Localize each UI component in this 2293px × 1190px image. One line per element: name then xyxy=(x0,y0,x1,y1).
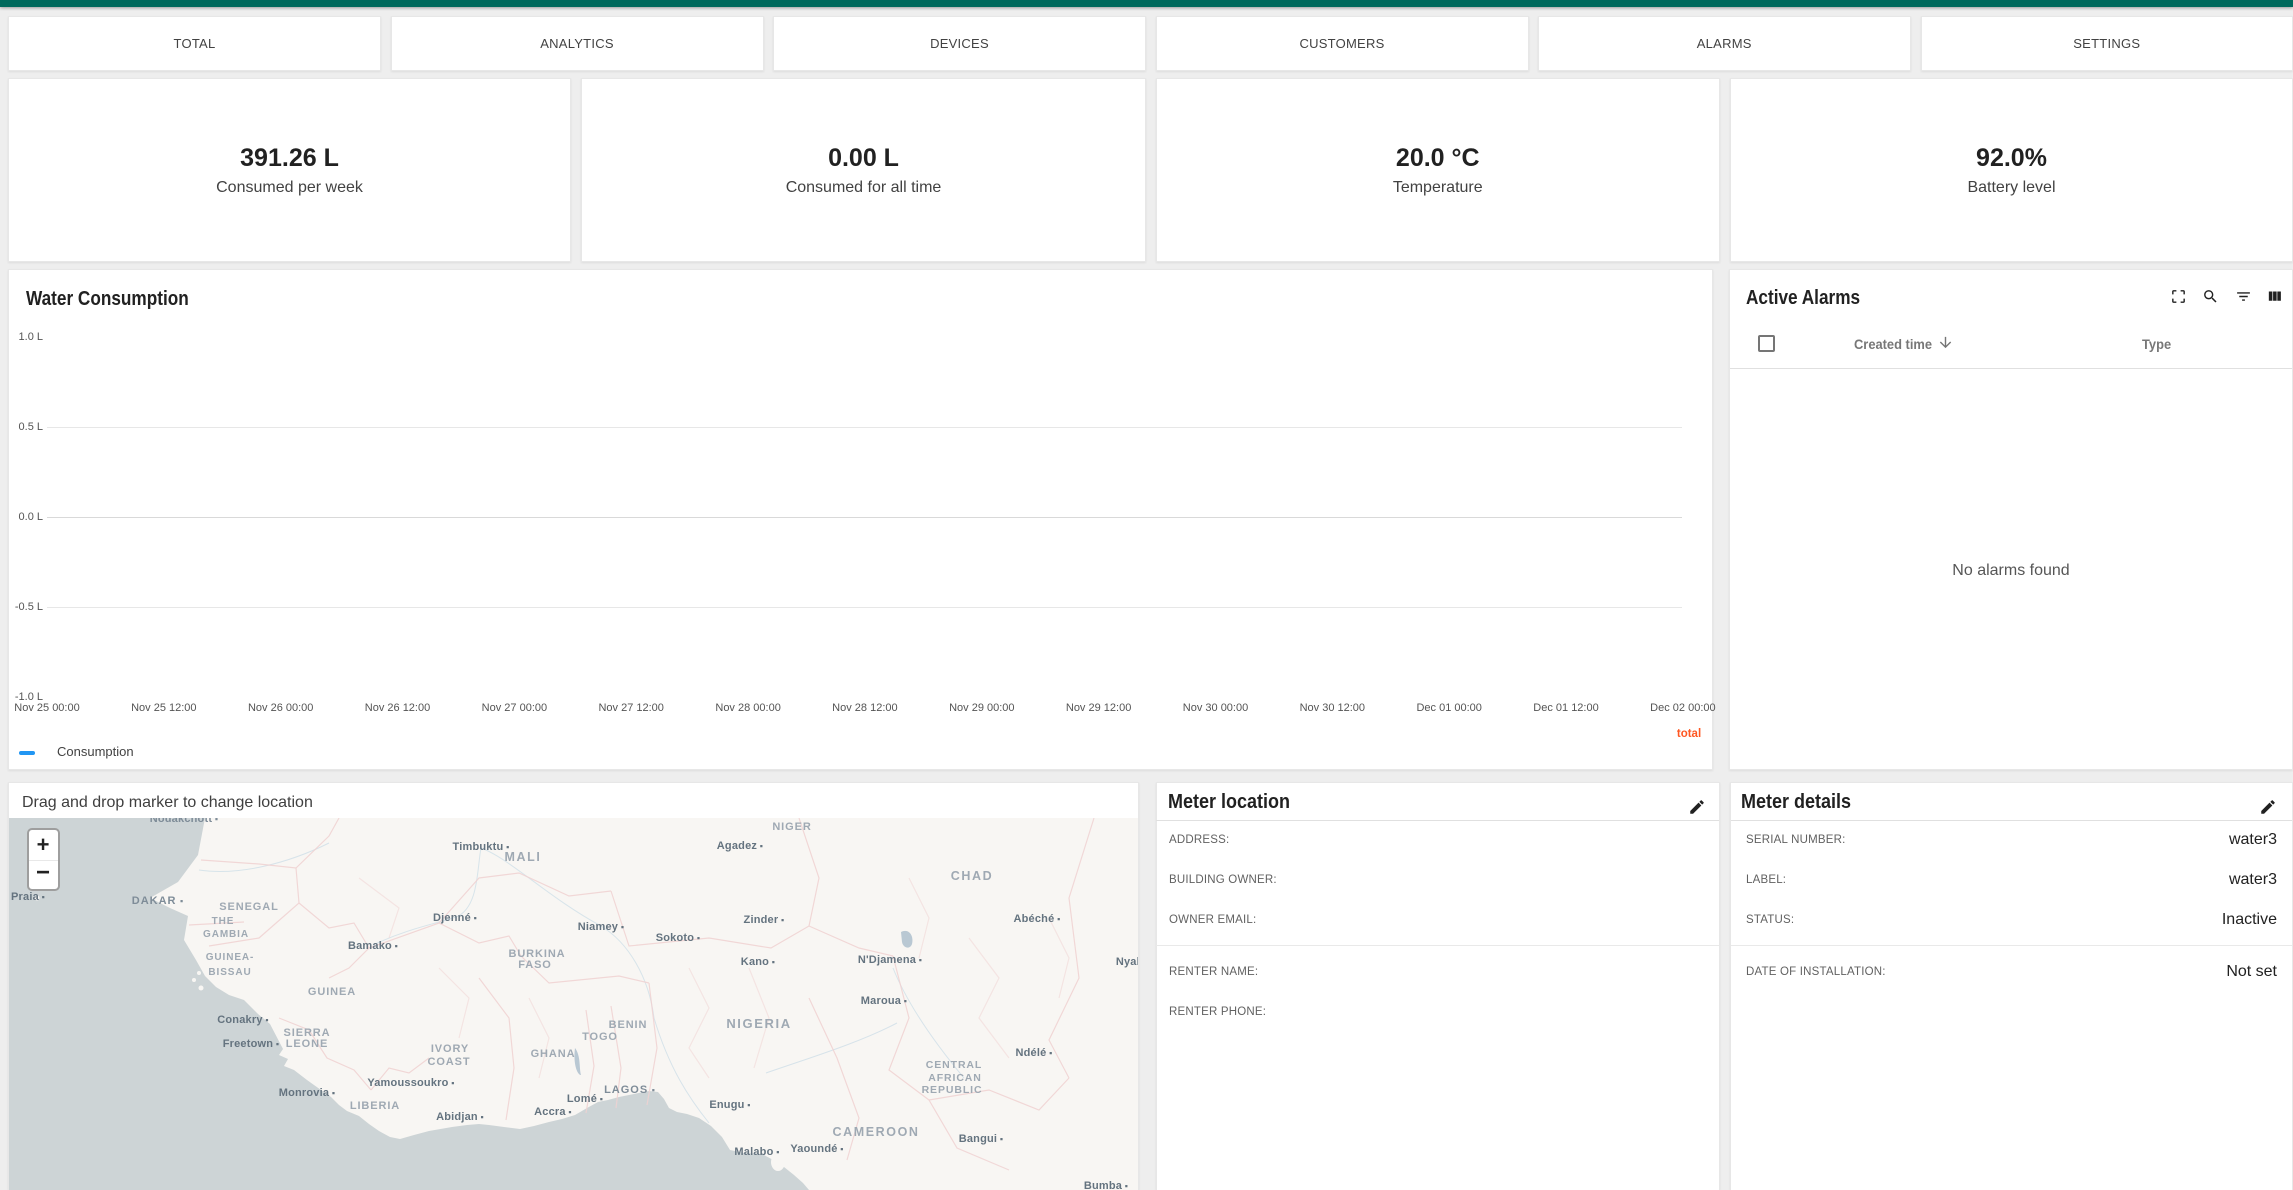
svg-text:Abidjan ▪: Abidjan ▪ xyxy=(436,1111,484,1123)
svg-text:Kano ▪: Kano ▪ xyxy=(741,956,775,968)
svg-text:THE: THE xyxy=(212,916,235,927)
svg-text:AFRICAN: AFRICAN xyxy=(928,1072,982,1084)
svg-text:Maroua ▪: Maroua ▪ xyxy=(861,995,907,1007)
svg-text:NIGERIA: NIGERIA xyxy=(726,1016,791,1031)
svg-text:Bamako ▪: Bamako ▪ xyxy=(348,940,398,952)
svg-text:LIBERIA: LIBERIA xyxy=(350,1100,400,1112)
svg-text:CHAD: CHAD xyxy=(951,869,994,883)
svg-text:Bangui ▪: Bangui ▪ xyxy=(959,1133,1004,1145)
svg-text:NIGER: NIGER xyxy=(772,821,811,833)
svg-text:Nouakchott ▪: Nouakchott ▪ xyxy=(150,818,219,825)
svg-text:Niamey ▪: Niamey ▪ xyxy=(578,921,624,933)
svg-text:MALI: MALI xyxy=(505,850,542,864)
svg-text:TOGO: TOGO xyxy=(582,1031,618,1043)
svg-text:CAMEROON: CAMEROON xyxy=(832,1125,919,1139)
svg-text:Freetown ▪: Freetown ▪ xyxy=(223,1038,280,1050)
svg-text:Conakry ▪: Conakry ▪ xyxy=(217,1014,269,1026)
svg-text:Sokoto ▪: Sokoto ▪ xyxy=(656,932,701,944)
svg-text:BISSAU: BISSAU xyxy=(208,967,251,978)
svg-text:GUINEA: GUINEA xyxy=(308,986,356,998)
svg-text:Malabo ▪: Malabo ▪ xyxy=(734,1146,779,1158)
svg-text:N'Djamena ▪: N'Djamena ▪ xyxy=(858,954,922,966)
svg-text:CENTRAL: CENTRAL xyxy=(926,1059,982,1071)
svg-text:Yaoundé ▪: Yaoundé ▪ xyxy=(790,1143,843,1155)
svg-text:Monrovia ▪: Monrovia ▪ xyxy=(279,1087,336,1099)
svg-text:Praia ▪: Praia ▪ xyxy=(11,891,45,903)
svg-text:LAGOS ▪: LAGOS ▪ xyxy=(604,1084,656,1096)
svg-text:Bumba ▪: Bumba ▪ xyxy=(1084,1180,1128,1190)
svg-text:Yamoussoukro ▪: Yamoussoukro ▪ xyxy=(367,1077,454,1089)
svg-text:Ndélé ▪: Ndélé ▪ xyxy=(1015,1047,1052,1059)
svg-text:FASO: FASO xyxy=(518,959,552,971)
svg-text:Enugu ▪: Enugu ▪ xyxy=(709,1099,750,1111)
svg-text:Accra ▪: Accra ▪ xyxy=(534,1106,572,1118)
svg-text:DAKAR ▪: DAKAR ▪ xyxy=(132,895,184,907)
svg-text:BENIN: BENIN xyxy=(609,1019,648,1031)
svg-text:Lomé ▪: Lomé ▪ xyxy=(567,1093,603,1105)
svg-text:Abéché ▪: Abéché ▪ xyxy=(1013,913,1060,925)
svg-text:GUINEA-: GUINEA- xyxy=(206,952,255,963)
svg-text:Agadez ▪: Agadez ▪ xyxy=(717,840,763,852)
svg-text:GAMBIA: GAMBIA xyxy=(203,929,249,940)
svg-text:GHANA: GHANA xyxy=(531,1048,576,1060)
svg-text:REPUBLIC: REPUBLIC xyxy=(922,1084,983,1096)
svg-text:Nyala: Nyala xyxy=(1116,956,1138,968)
svg-text:LEONE: LEONE xyxy=(286,1038,328,1050)
svg-text:Zinder ▪: Zinder ▪ xyxy=(744,914,785,926)
svg-text:SENEGAL: SENEGAL xyxy=(219,901,278,913)
svg-text:IVORY: IVORY xyxy=(431,1043,469,1055)
svg-text:Timbuktu ▪: Timbuktu ▪ xyxy=(453,841,510,853)
svg-text:Djenné ▪: Djenné ▪ xyxy=(433,912,477,924)
svg-text:COAST: COAST xyxy=(428,1056,471,1068)
